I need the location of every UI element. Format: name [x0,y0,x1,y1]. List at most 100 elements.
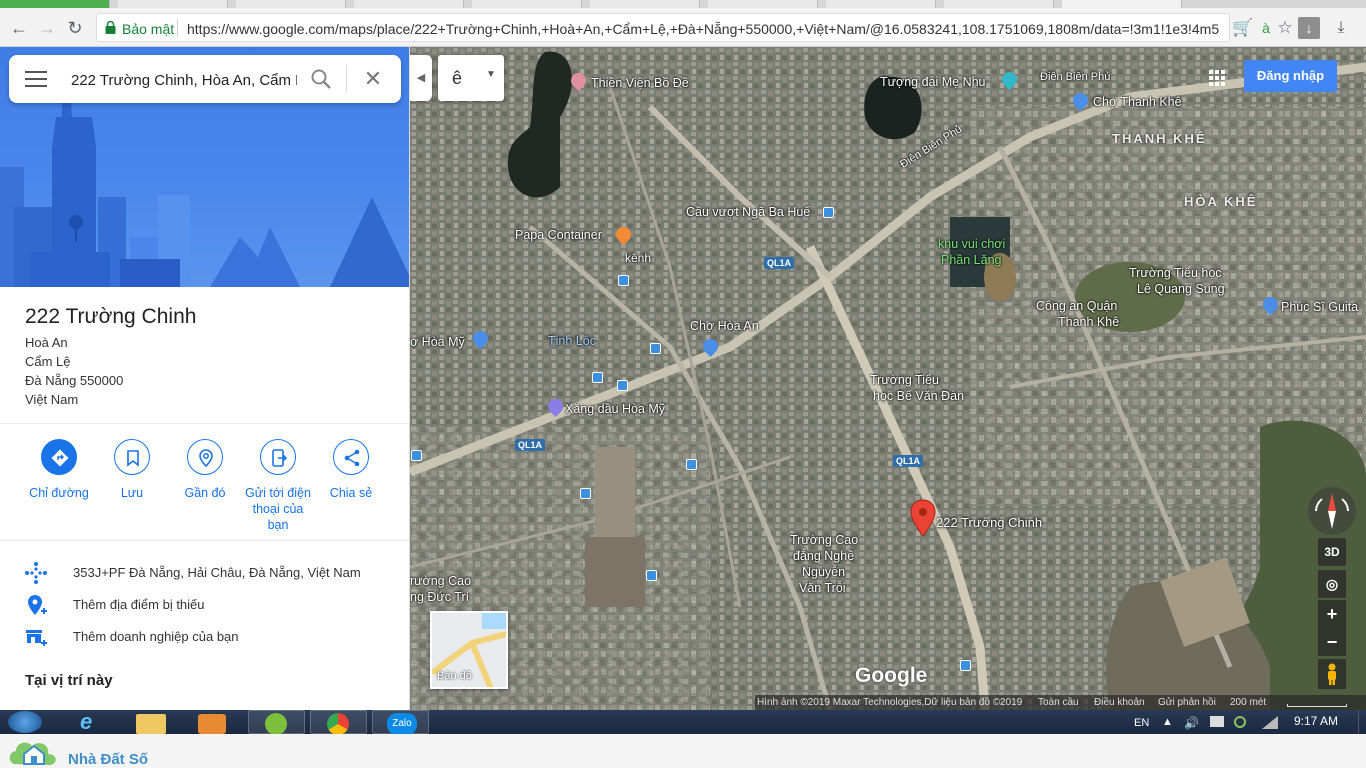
show-desktop-button[interactable] [1358,710,1366,734]
taskbar-zalo-button[interactable]: Zalo [372,710,429,735]
zoom-out-button[interactable]: − [1318,628,1346,656]
my-location-icon[interactable]: ◎ [1318,570,1346,598]
collapse-panel-button[interactable]: ◀ [410,55,432,101]
directions-button[interactable]: Chỉ đường [23,439,95,501]
bus-stop-icon[interactable] [686,459,697,470]
share-icon [333,439,369,475]
global-link[interactable]: Toàn cầu [1038,695,1079,710]
map-label-cau-vuot[interactable]: Cầu vượt Ngã Ba Huế [686,205,810,219]
bus-stop-icon[interactable] [580,488,591,499]
tab-5[interactable] [472,0,582,8]
network-status-icon[interactable] [1234,716,1246,728]
watermark-bar: Nhà Đất Số [0,734,1366,768]
share-button[interactable]: Chia sẻ [315,439,387,501]
tab-7[interactable] [708,0,818,8]
bus-stop-icon[interactable] [646,570,657,581]
map-label-cong-an[interactable]: Công an Quận [1036,299,1117,313]
add-business-text: Thêm doanh nghiệp của bạn [73,629,239,644]
bus-stop-icon[interactable] [650,343,661,354]
map-label-cho-thanh-khe[interactable]: Chợ Thanh Khê [1093,95,1182,109]
back-icon[interactable]: ← [8,17,30,39]
map-label-papa-container[interactable]: Papa Container [515,228,602,242]
map-label-cao-dang[interactable]: Trường Cao [790,533,858,547]
cart-extension-icon[interactable]: 🛒 [1232,17,1254,39]
reload-icon[interactable]: ↻ [64,17,86,39]
map-label-thien-vien[interactable]: Thiền Viện Bồ Đề [591,76,689,90]
feedback-link[interactable]: Gửi phản hồi [1158,695,1216,710]
language-indicator[interactable]: EN [1134,717,1149,729]
map-label-hoa-my[interactable]: ơ Hòa Mỹ [410,335,465,349]
map-label-tuong-dai[interactable]: Tượng đài Mẹ Nhu [880,75,986,89]
marker-label[interactable]: 222 Trường Chinh [936,515,1042,530]
map-label-tinh-loc[interactable]: Tịnh Lộc [548,334,596,348]
signin-button[interactable]: Đăng nhập [1244,60,1337,92]
apps-grid-icon[interactable] [1209,70,1225,86]
address-bar[interactable]: Bảo mật https://www.google.com/maps/plac… [96,13,1230,42]
close-icon[interactable]: ✕ [361,67,385,91]
menu-icon[interactable] [25,71,47,87]
star-icon[interactable]: ☆ [1274,17,1296,39]
tab-2[interactable] [118,0,228,8]
save-button[interactable]: Lưu [96,439,168,501]
map-label-dang-nghe[interactable]: đẳng Nghề [793,549,854,563]
zoom-in-button[interactable]: + [1318,600,1346,628]
map-label-phuc-si[interactable]: Phúc Sĩ Guita [1281,300,1358,314]
taskbar-coccoc-button[interactable] [248,710,305,735]
tilt-3d-button[interactable]: 3D [1318,538,1346,566]
windows-start-icon[interactable] [8,711,42,733]
layer-select[interactable]: ê ▼ [438,55,504,101]
wifi-signal-icon[interactable] [1262,716,1278,729]
download-icon[interactable]: ↓ [1298,17,1320,39]
map-label-le-quang-sung[interactable]: Lê Quang Sung [1137,282,1225,296]
taskbar-chrome-button[interactable] [310,710,367,735]
map-label-cho-hoa-an[interactable]: Chợ Hòa An [690,319,759,333]
map-label-thanh-khe-police[interactable]: Thanh Khê [1058,315,1119,329]
send-to-phone-button[interactable]: Gửi tới điện thoại của bạn [242,439,314,533]
map-label-phan-lang[interactable]: Phần Lăng [941,253,1001,267]
map-label-xang-dau[interactable]: Xăng dầu Hòa Mỹ [565,402,665,416]
bus-stop-icon[interactable] [823,207,834,218]
tab-8[interactable] [826,0,936,8]
satellite-map[interactable]: Thiền Viện Bồ Đề Tượng đài Mẹ Nhu Điện B… [410,47,1366,710]
scale-label[interactable]: 200 mét [1230,695,1266,710]
compass-icon[interactable] [1308,487,1356,535]
tab-6[interactable] [590,0,700,8]
url-text[interactable]: https://www.google.com/maps/place/222+Tr… [187,21,1227,37]
tab-active[interactable] [1062,0,1182,8]
nearby-button[interactable]: Gần đó [169,439,241,501]
bus-stop-icon[interactable] [960,660,971,671]
bus-stop-icon[interactable] [617,380,628,391]
bus-stop-icon[interactable] [618,275,629,286]
download-arrow-icon[interactable]: ⤓ [1330,17,1352,39]
bus-stop-icon[interactable] [592,372,603,383]
location-marker-icon[interactable] [910,499,936,537]
forward-icon[interactable]: → [36,17,58,39]
bus-stop-icon[interactable] [411,450,422,461]
map-label-truong-cao-left[interactable]: rường Cao [410,574,471,588]
map-label-dien-bien-phu-top[interactable]: Điện Biên Phủ [1040,71,1110,83]
media-player-icon[interactable] [198,714,226,734]
map-type-toggle[interactable]: Bản đồ [430,611,508,689]
map-label-duc-tri[interactable]: ng Đức Trí [410,590,469,604]
map-label-hoc-be-van-dan[interactable]: học Bế Văn Đàn [873,389,964,403]
search-icon[interactable] [309,67,333,91]
tab-4[interactable] [354,0,464,8]
map-label-nguyen[interactable]: Nguyễn [802,565,845,579]
terms-link[interactable]: Điều khoản [1094,695,1145,710]
volume-icon[interactable]: 🔊 [1184,716,1199,730]
pegman-icon[interactable] [1318,659,1346,689]
tab-9[interactable] [944,0,1054,8]
internet-explorer-icon[interactable]: e [80,711,104,734]
map-label-truong-tieu-hoc-lqs[interactable]: Trường Tiểu học [1129,266,1222,280]
file-explorer-icon[interactable] [136,714,166,734]
tray-chevron-icon[interactable]: ▲ [1162,716,1173,728]
search-input[interactable] [71,69,297,91]
map-label-truong-bvd[interactable]: Trường Tiểu [870,373,939,387]
map-label-van-troi[interactable]: Văn Trỗi [799,581,846,595]
chevron-down-icon: ▼ [486,69,496,80]
battery-icon[interactable] [1210,716,1224,727]
clock[interactable]: 9:17 AM [1294,714,1338,728]
tab-3[interactable] [236,0,346,8]
map-label-khu-vui-choi[interactable]: khu vui chơi [938,237,1005,251]
tab-1[interactable] [0,0,110,8]
